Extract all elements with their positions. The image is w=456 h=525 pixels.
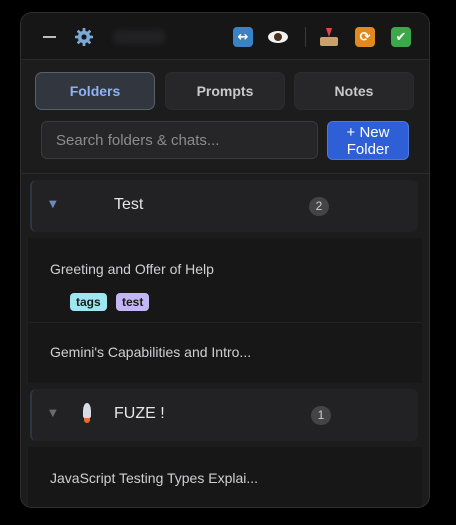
tab-notes[interactable]: Notes — [294, 72, 414, 110]
inbox-tray-icon[interactable] — [317, 25, 341, 49]
chevron-down-icon[interactable]: ▼ — [49, 408, 57, 419]
chevron-down-icon[interactable]: ▼ — [49, 199, 57, 210]
section-divider — [21, 173, 429, 174]
chat-title: Gemini's Capabilities and Intro... — [50, 344, 252, 360]
folder-count-badge: 1 — [311, 406, 331, 425]
chat-item[interactable]: Gemini's Capabilities and Intro... — [28, 323, 422, 383]
check-mark-icon[interactable]: ✔ — [389, 25, 413, 49]
chat-item[interactable]: JavaScript Testing Types Explai... — [28, 447, 422, 507]
left-right-arrow-icon[interactable]: ↔ — [231, 25, 255, 49]
gear-icon[interactable] — [72, 25, 96, 49]
folder-count-badge: 2 — [309, 197, 329, 216]
header-divider — [305, 27, 306, 47]
eye-icon[interactable] — [266, 25, 290, 49]
tag-badge[interactable]: tags — [70, 293, 107, 311]
tab-prompts[interactable]: Prompts — [165, 72, 285, 110]
chat-title: Greeting and Offer of Help — [50, 261, 214, 277]
repeat-icon[interactable]: ⟳ — [353, 25, 377, 49]
folder-fuze[interactable]: ▼ FUZE ! 1 — [30, 389, 418, 441]
chat-title: JavaScript Testing Types Explai... — [50, 470, 259, 486]
minimize-icon[interactable] — [37, 25, 61, 49]
folder-test-chats: Greeting and Offer of Help tags test Gem… — [26, 238, 422, 383]
tab-bar: Folders Prompts Notes — [35, 72, 415, 110]
new-folder-button[interactable]: + New Folder — [327, 121, 409, 160]
folder-fuze-chats: JavaScript Testing Types Explai... — [26, 447, 422, 507]
panel-title-obscured — [113, 30, 165, 44]
folder-name: Test — [114, 196, 144, 213]
folder-test[interactable]: ▼ Test 2 — [30, 180, 418, 232]
search-input[interactable] — [41, 121, 318, 159]
tag-badge[interactable]: test — [116, 293, 150, 311]
chat-item[interactable]: Greeting and Offer of Help tags test — [28, 238, 422, 323]
tab-folders[interactable]: Folders — [35, 72, 155, 110]
chat-organizer-panel: ↔ ⟳ ✔ Folders Prompts Notes + New Folder… — [20, 12, 430, 508]
panel-header: ↔ ⟳ ✔ — [21, 13, 429, 60]
folder-name: FUZE ! — [114, 405, 165, 422]
